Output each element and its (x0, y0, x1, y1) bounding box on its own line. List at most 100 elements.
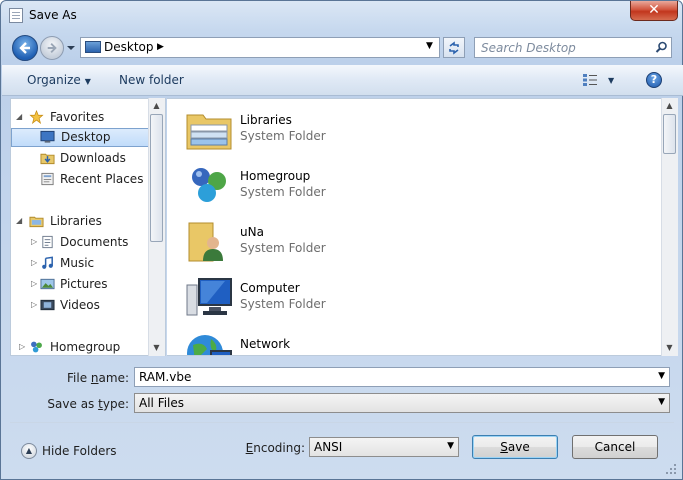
help-button[interactable]: ? (646, 72, 662, 88)
change-view-icon[interactable] (582, 73, 598, 87)
address-dropdown-icon[interactable]: ▼ (426, 41, 433, 51)
collapse-icon[interactable]: ◢ (16, 112, 22, 121)
nav-favorites-label: Favorites (50, 110, 105, 124)
expand-icon[interactable]: ▷ (31, 258, 37, 267)
collapse-icon[interactable]: ◢ (16, 216, 22, 225)
search-icon[interactable] (655, 41, 668, 54)
scroll-thumb[interactable] (663, 114, 676, 154)
nav-item-documents[interactable]: ▷ Documents (11, 233, 151, 252)
back-button[interactable] (12, 35, 38, 61)
search-input[interactable]: Search Desktop (481, 41, 576, 55)
forward-button[interactable] (40, 36, 64, 60)
encoding-select[interactable]: ANSI ▼ (309, 437, 459, 457)
nav-homegroup[interactable]: ▷ Homegroup (11, 338, 151, 355)
address-bar[interactable]: Desktop ▶ ▼ (80, 37, 440, 58)
list-item[interactable]: Libraries System Folder (185, 105, 485, 155)
nav-item-label: Recent Places (60, 172, 144, 186)
save-as-type-value: All Files (139, 396, 185, 410)
nav-item-recent-places[interactable]: Recent Places (11, 170, 151, 189)
file-name-dropdown-icon[interactable]: ▼ (658, 371, 665, 381)
videos-icon (40, 299, 55, 311)
forward-arrow-icon (47, 43, 57, 53)
hide-folders-label: Hide Folders (42, 444, 117, 458)
list-item[interactable]: Network (185, 329, 485, 355)
file-name: Network (240, 337, 291, 351)
homegroup-icon (31, 341, 42, 353)
encoding-value: ANSI (314, 440, 343, 454)
label-part: ype: (102, 397, 129, 411)
scroll-up-arrow-icon[interactable]: ▲ (662, 98, 677, 113)
label-part: Save as (47, 397, 99, 411)
encoding-label: Encoding: (241, 441, 305, 455)
refresh-icon (449, 41, 459, 55)
file-name-label: File name: (41, 371, 129, 385)
nav-item-music[interactable]: ▷ Music (11, 254, 151, 273)
label-part: ave (507, 440, 530, 454)
recent-pages-dropdown-icon[interactable] (66, 44, 76, 52)
nav-item-desktop[interactable]: Desktop (11, 128, 149, 147)
chevron-down-icon[interactable]: ▼ (658, 397, 665, 407)
scroll-thumb[interactable] (150, 114, 163, 242)
divider (10, 422, 674, 423)
save-button[interactable]: Save (472, 435, 558, 459)
desktop-icon (85, 41, 101, 53)
file-type: System Folder (240, 241, 326, 255)
save-as-type-select[interactable]: All Files ▼ (134, 393, 670, 413)
command-bar: Organize ▼ New folder ▼ ? (2, 65, 683, 96)
search-box[interactable]: Search Desktop (474, 37, 672, 58)
title-bar[interactable]: Save As ✕ (1, 1, 682, 31)
file-name-field[interactable]: RAM.vbe ▼ (134, 367, 670, 387)
nav-item-label: Downloads (60, 151, 126, 165)
list-item[interactable]: uNa System Folder (185, 217, 485, 267)
organize-button[interactable]: Organize ▼ (27, 73, 91, 87)
expand-icon[interactable]: ▷ (31, 237, 37, 246)
scroll-down-arrow-icon[interactable]: ▼ (149, 340, 164, 355)
downloads-folder-icon (40, 153, 55, 165)
file-name-value[interactable]: RAM.vbe (139, 370, 191, 384)
chevron-right-icon[interactable]: ▶ (157, 42, 164, 52)
close-button[interactable]: ✕ (630, 1, 678, 21)
refresh-button[interactable] (443, 37, 465, 58)
file-name: uNa (240, 225, 264, 239)
file-type: System Folder (240, 297, 326, 311)
nav-libraries[interactable]: ◢ Libraries (11, 212, 151, 231)
expand-icon[interactable]: ▷ (31, 300, 37, 309)
homegroup-icon (192, 168, 226, 202)
cancel-button[interactable]: Cancel (572, 435, 658, 459)
back-arrow-icon (19, 42, 30, 54)
file-name: Homegroup (240, 169, 311, 183)
scroll-up-arrow-icon[interactable]: ▲ (149, 98, 164, 113)
nav-favorites[interactable]: ◢ Favorites (11, 108, 151, 127)
view-options-dropdown-icon[interactable]: ▼ (608, 76, 614, 85)
new-folder-button[interactable]: New folder (119, 73, 184, 87)
music-icon (42, 256, 53, 269)
navigation-pane-scrollbar[interactable]: ▲ ▼ (148, 98, 165, 356)
file-name: Computer (240, 281, 300, 295)
network-icon (187, 335, 232, 355)
window-title: Save As (29, 8, 77, 22)
dialog-icon (9, 8, 23, 23)
user-folder-icon (188, 222, 223, 262)
expand-icon[interactable]: ▷ (31, 279, 37, 288)
nav-item-label: Videos (60, 298, 100, 312)
label-part: ncoding: (253, 441, 305, 455)
list-item[interactable]: Computer System Folder (185, 273, 485, 323)
desktop-icon (40, 130, 55, 143)
star-icon (29, 110, 44, 124)
chevron-down-icon[interactable]: ▼ (447, 441, 454, 451)
nav-item-label: Music (60, 256, 95, 270)
chevron-up-icon: ▲ (21, 443, 37, 459)
nav-item-label: Desktop (61, 130, 111, 144)
address-location[interactable]: Desktop (104, 40, 154, 54)
resize-grip-icon[interactable] (665, 463, 677, 475)
file-list-scrollbar[interactable]: ▲ ▼ (661, 98, 678, 356)
scroll-down-arrow-icon[interactable]: ▼ (662, 340, 677, 355)
expand-icon[interactable]: ▷ (19, 342, 25, 351)
nav-item-videos[interactable]: ▷ Videos (11, 296, 151, 315)
nav-homegroup-label: Homegroup (50, 340, 121, 354)
list-item[interactable]: Homegroup System Folder (185, 161, 485, 211)
nav-item-label: Pictures (60, 277, 108, 291)
nav-item-downloads[interactable]: Downloads (11, 149, 151, 168)
file-type: System Folder (240, 185, 326, 199)
nav-item-pictures[interactable]: ▷ Pictures (11, 275, 151, 294)
